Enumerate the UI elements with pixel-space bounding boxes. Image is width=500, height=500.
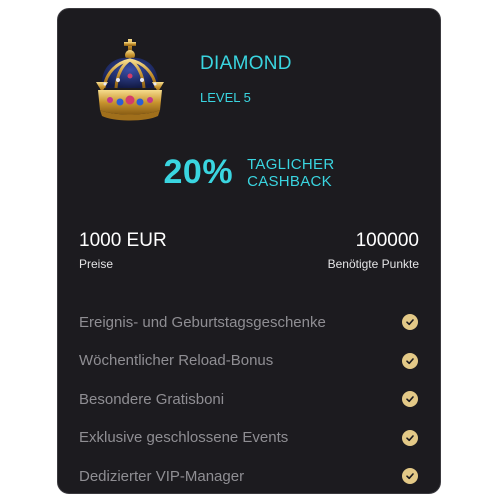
cashback-label-line1: TAGLICHER	[247, 155, 335, 173]
feature-list: Ereignis- und Geburtstagsgeschenke Wöche…	[79, 303, 419, 496]
vip-tier-card: DIAMOND LEVEL 5 20% TAGLICHER CASHBACK 1…	[57, 8, 441, 494]
cashback-percent: 20%	[163, 153, 234, 191]
feature-label: Exklusive geschlossene Events	[79, 429, 289, 447]
feature-label: Wöchentlicher Reload-Bonus	[79, 352, 274, 370]
check-circle-icon	[402, 314, 418, 331]
points-label: Benötigte Punkte	[327, 257, 419, 271]
feature-label: Besondere Gratisboni	[79, 390, 225, 408]
cashback-label: TAGLICHER CASHBACK	[247, 156, 334, 190]
feature-label: Ereignis- und Geburtstagsgeschenke	[79, 313, 326, 331]
prize-value: 1000 EUR	[79, 230, 167, 251]
check-circle-icon	[402, 391, 418, 408]
cashback-label-line2: CASHBACK	[247, 172, 332, 190]
crown-icon	[96, 39, 164, 121]
feature-item: Exklusive geschlossene Events	[79, 419, 419, 458]
check-circle-icon	[402, 468, 418, 485]
prize-label: Preise	[79, 257, 114, 271]
points-value: 100000	[355, 230, 419, 251]
tier-level: LEVEL 5	[200, 90, 251, 105]
check-circle-icon	[402, 352, 418, 369]
check-circle-icon	[402, 429, 418, 446]
feature-item: Besondere Gratisboni	[79, 380, 419, 419]
points-stat: 100000 Benötigte Punkte	[328, 230, 419, 271]
feature-item: Wöchentlicher Reload-Bonus	[79, 342, 419, 381]
feature-label: Dedizierter VIP-Manager	[79, 467, 245, 485]
feature-item: Dedizierter VIP-Manager	[79, 457, 419, 496]
feature-item: Ereignis- und Geburtstagsgeschenke	[79, 303, 419, 342]
prize-stat: 1000 EUR Preise	[79, 230, 167, 271]
cashback-banner: 20% TAGLICHER CASHBACK	[58, 153, 440, 192]
tier-name: DIAMOND	[200, 53, 292, 74]
